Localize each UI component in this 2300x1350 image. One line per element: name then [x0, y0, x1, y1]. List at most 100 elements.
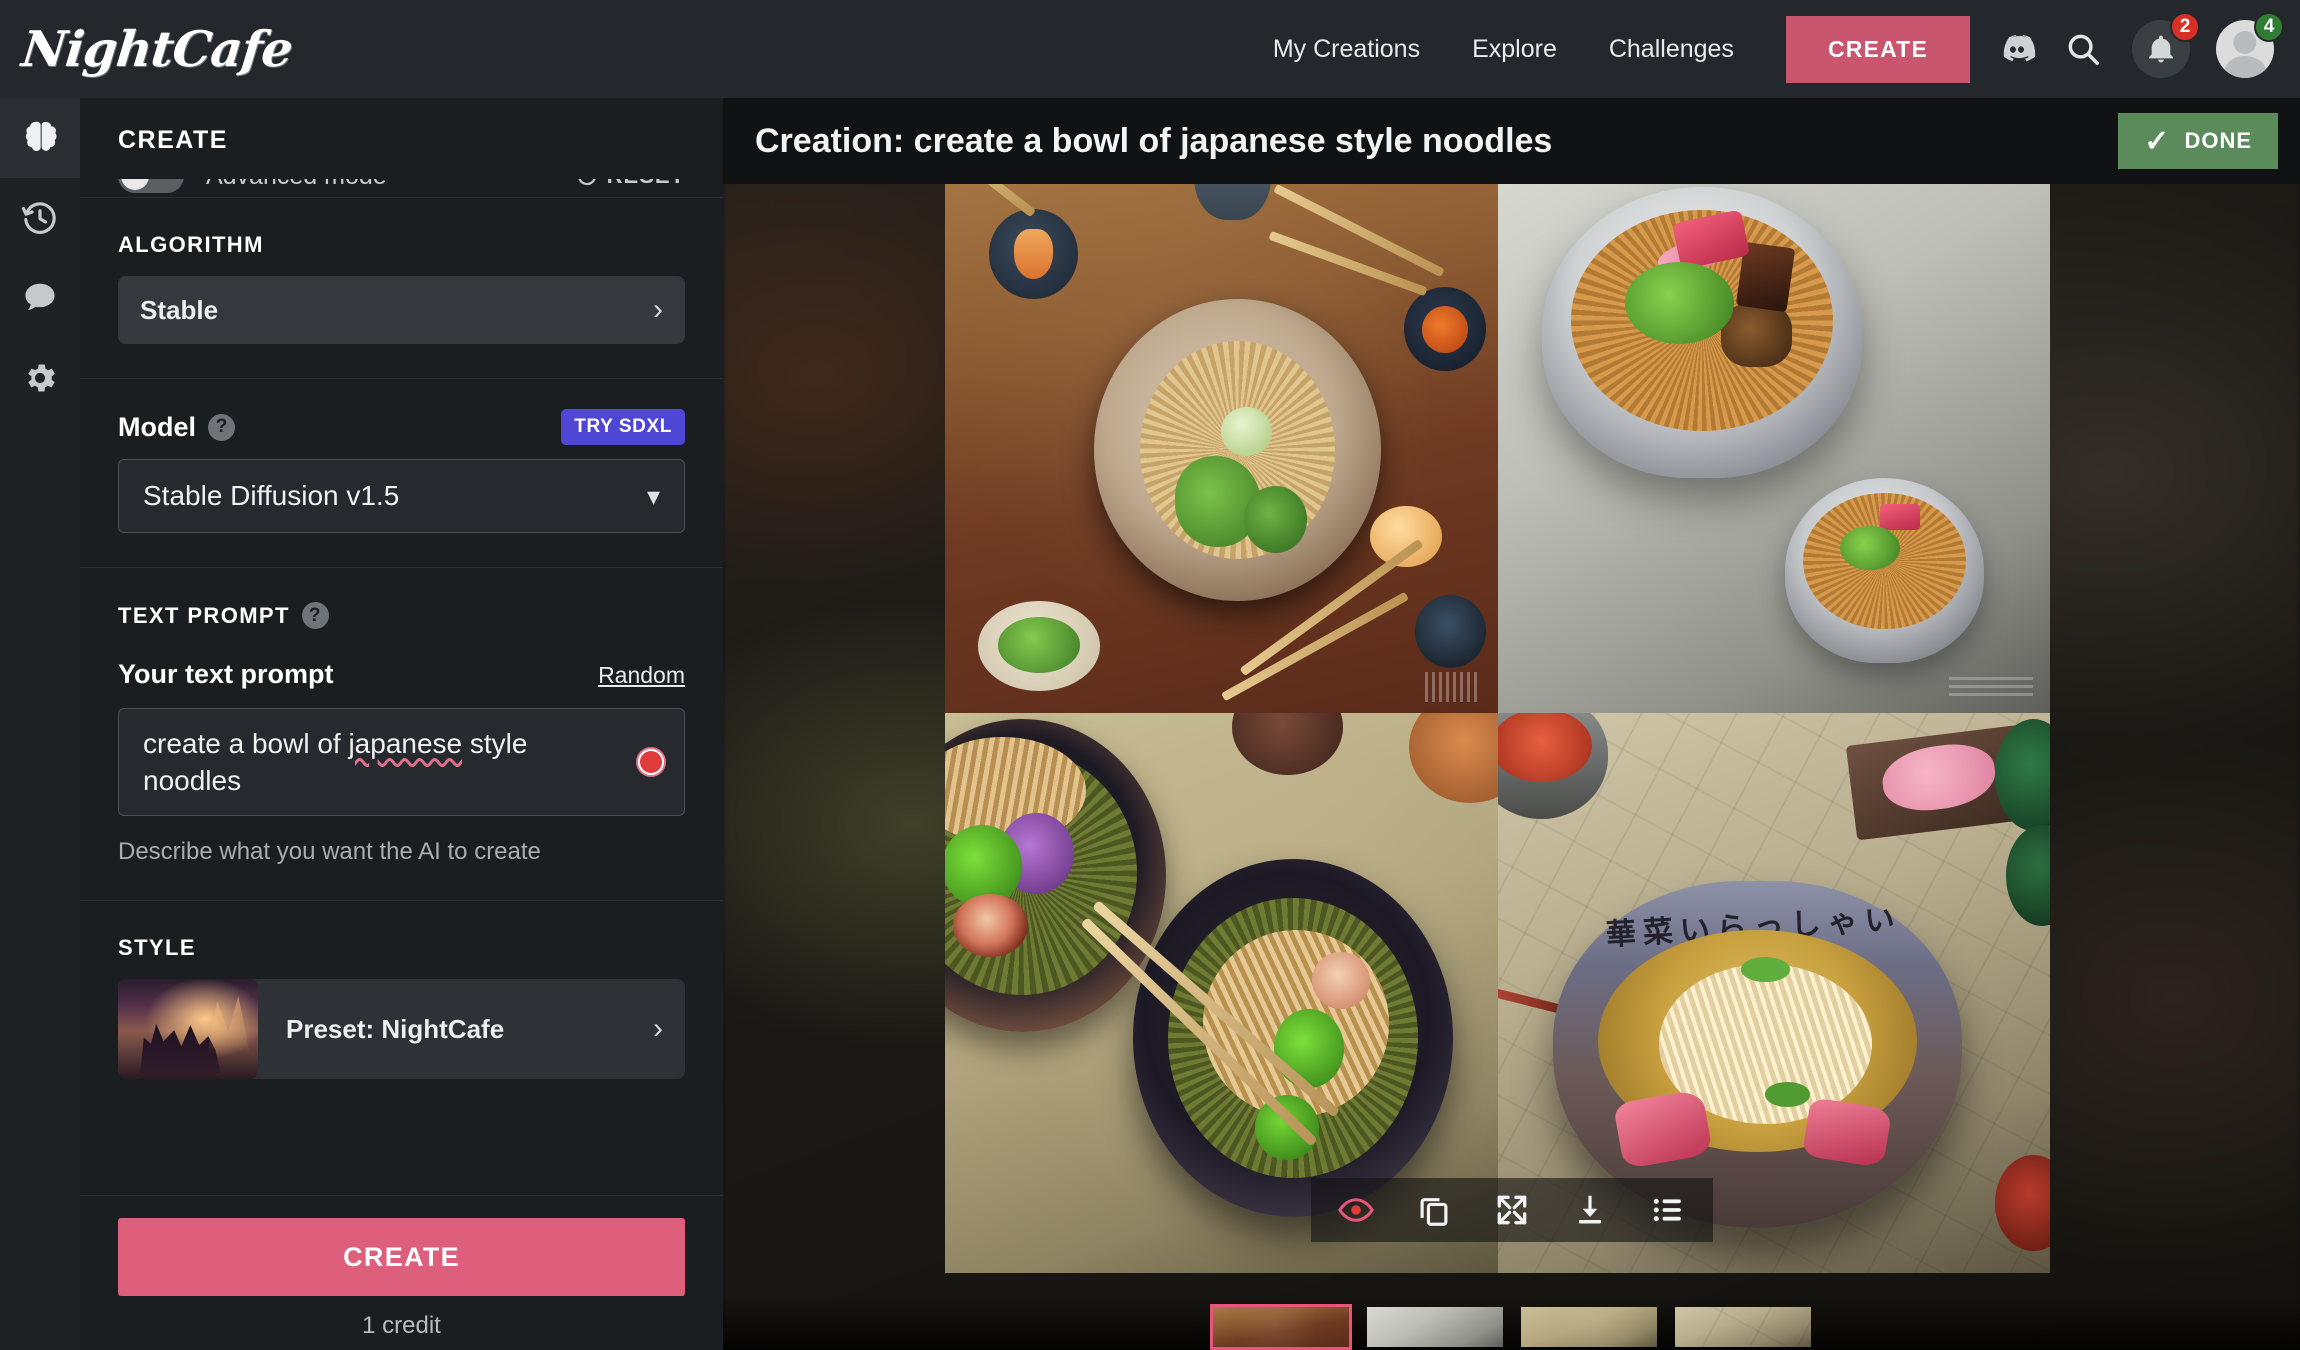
thumbnail-item[interactable] — [1364, 1304, 1506, 1350]
art-main-bowl — [1094, 298, 1382, 601]
advanced-mode-toggle[interactable] — [118, 179, 184, 193]
random-prompt-link[interactable]: Random — [598, 662, 685, 689]
page-title: Creation: create a bowl of japanese styl… — [755, 121, 1553, 160]
art-roe-bowl — [1403, 287, 1487, 372]
model-header: Model ? TRY SDXL — [118, 379, 685, 459]
text-prompt-help-icon[interactable]: ? — [301, 602, 329, 629]
art-plate — [1409, 713, 1498, 803]
chevron-right-icon: › — [653, 293, 663, 326]
record-voice-icon[interactable] — [638, 749, 664, 776]
art-main-bowl: 華菜いらっしゃいませ — [1552, 881, 1962, 1229]
art-cup — [1414, 595, 1487, 669]
copy-icon[interactable] — [1395, 1178, 1473, 1242]
try-sdxl-badge[interactable]: TRY SDXL — [561, 409, 685, 445]
panel-footer: CREATE 1 credit — [80, 1195, 723, 1350]
avatar-button[interactable]: 4 — [2216, 12, 2284, 78]
expand-icon[interactable] — [1473, 1178, 1551, 1242]
creation-view: Creation: create a bowl of japanese styl… — [723, 98, 2300, 1350]
credit-cost-label: 1 credit — [362, 1312, 441, 1339]
thumbnail-item[interactable] — [1209, 1304, 1352, 1350]
art-side-dish — [978, 601, 1100, 691]
create-panel: CREATE Advanced mode RESET ALGORITHM — [80, 98, 723, 1350]
style-preset-thumbnail — [118, 979, 258, 1080]
art-cup — [1232, 713, 1343, 775]
header-create-button[interactable]: CREATE — [1785, 15, 1970, 83]
art-egg — [1312, 951, 1370, 1010]
nav-link-my-creations[interactable]: My Creations — [1273, 35, 1420, 64]
text-prompt-label-text: TEXT PROMPT — [118, 602, 290, 628]
thumbnail-strip — [723, 1294, 2300, 1350]
art-roe — [1421, 305, 1469, 353]
art-herb — [1740, 957, 1790, 982]
model-select[interactable]: Stable Diffusion v1.5 ▾ — [118, 459, 685, 533]
algorithm-section-label: ALGORITHM — [118, 232, 264, 257]
avatar-head — [2233, 31, 2257, 55]
reset-label: RESET — [607, 179, 685, 189]
art-greens — [1243, 486, 1307, 553]
nav-link-challenges[interactable]: Challenges — [1609, 35, 1734, 64]
art-sashimi — [1613, 1088, 1714, 1170]
prompt-input-value: create a bowl of japanese style noodles — [143, 725, 614, 799]
style-section: STYLE Preset: NightCafe › — [80, 900, 723, 1080]
rail-item-settings[interactable] — [0, 338, 80, 418]
nightcafe-logo[interactable]: NightCafe — [19, 20, 295, 78]
chevron-down-icon: ▾ — [646, 480, 660, 511]
generated-image-2[interactable] — [1497, 153, 2050, 713]
art-chopstick — [1221, 592, 1410, 702]
art-side-bowl — [989, 209, 1078, 299]
style-preset-value: Preset: NightCafe — [286, 1013, 505, 1044]
eye-icon[interactable] — [1317, 1178, 1395, 1242]
algorithm-select[interactable]: Stable › — [118, 276, 685, 344]
style-chevron-right-icon: › — [653, 1012, 663, 1046]
thumbnail-item[interactable] — [1518, 1304, 1660, 1350]
prompt-text-part1: create a bowl of — [143, 728, 349, 759]
done-button[interactable]: ✓ DONE — [2118, 113, 2278, 169]
chat-icon — [25, 283, 55, 311]
art-scallion — [1625, 262, 1734, 344]
model-section: Model ? TRY SDXL Stable Diffusion v1.5 ▾ — [80, 378, 723, 533]
top-navbar: NightCafe My Creations Explore Challenge… — [0, 0, 2300, 98]
art-scallion — [1840, 525, 1901, 571]
reset-button[interactable]: RESET — [575, 179, 685, 189]
rail-item-chat[interactable] — [0, 258, 80, 338]
list-icon[interactable] — [1629, 1178, 1707, 1242]
prompt-input[interactable]: create a bowl of japanese style noodles — [118, 708, 685, 817]
advanced-mode-row: Advanced mode RESET — [80, 179, 723, 197]
style-section-label: STYLE — [118, 935, 196, 961]
avatar-badge: 4 — [2254, 12, 2284, 42]
toggle-knob — [121, 179, 149, 190]
thumbnail-preview — [1212, 1307, 1349, 1347]
model-help-icon[interactable]: ? — [208, 413, 235, 441]
thumbnail-item[interactable] — [1672, 1304, 1814, 1350]
prompt-field-label: Your text prompt — [118, 659, 334, 689]
rail-item-create[interactable] — [0, 98, 80, 178]
art-bowl-right — [1132, 858, 1454, 1217]
icon-rail — [0, 98, 80, 1350]
algorithm-section: ALGORITHM Stable › — [80, 197, 723, 344]
generated-image-1[interactable] — [945, 153, 1498, 713]
notifications-button[interactable]: 2 — [2132, 12, 2200, 78]
done-button-label: DONE — [2184, 128, 2252, 153]
style-preset-select[interactable]: Preset: NightCafe › — [118, 979, 685, 1080]
art-egg — [953, 894, 1029, 957]
art-sushi — [1013, 228, 1053, 279]
search-icon[interactable] — [2064, 30, 2102, 68]
refresh-icon — [578, 179, 596, 186]
text-prompt-section-label: TEXT PROMPT ? — [118, 568, 685, 647]
art-corner-bowl — [1497, 713, 1608, 820]
rail-item-history[interactable] — [0, 178, 80, 258]
panel-scroll-area[interactable]: Advanced mode RESET ALGORITHM Stable › — [80, 179, 723, 1234]
notification-badge: 2 — [2170, 12, 2200, 42]
art-broccoli — [1273, 1009, 1345, 1088]
prompt-helper-text: Describe what you want the AI to create — [118, 838, 541, 866]
thumbnail-preview — [1520, 1307, 1657, 1347]
download-icon[interactable] — [1551, 1178, 1629, 1242]
image-action-toolbar — [1310, 1178, 1713, 1242]
prompt-misspelled-word: japanese — [348, 728, 463, 759]
create-button[interactable]: CREATE — [118, 1218, 685, 1296]
prompt-field-header: Your text prompt Random — [118, 647, 685, 708]
discord-icon[interactable] — [1996, 28, 2038, 70]
art-herb — [1765, 1082, 1811, 1107]
art-red-bowl — [1994, 1155, 2050, 1251]
nav-link-explore[interactable]: Explore — [1472, 35, 1557, 64]
